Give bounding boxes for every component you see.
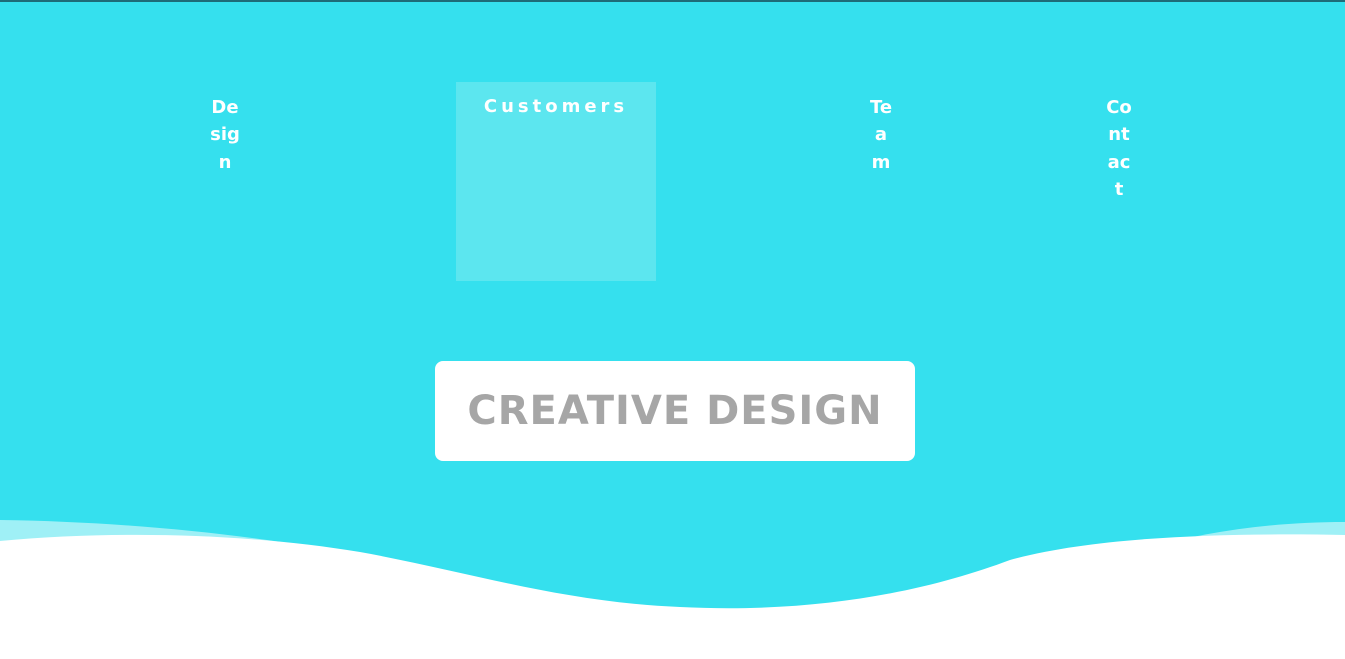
nav-item-team[interactable]: Team: [866, 94, 896, 176]
wave-decoration: [0, 520, 1345, 659]
white-wave: [0, 534, 1345, 659]
nav-item-customers[interactable]: Customers: [456, 82, 656, 281]
landing-page: Design Customers Team Contact CREATIVE D…: [0, 0, 1345, 659]
nav-item-design[interactable]: Design: [210, 94, 240, 176]
nav-item-contact[interactable]: Contact: [1104, 94, 1134, 203]
creative-design-button[interactable]: CREATIVE DESIGN: [435, 361, 915, 461]
